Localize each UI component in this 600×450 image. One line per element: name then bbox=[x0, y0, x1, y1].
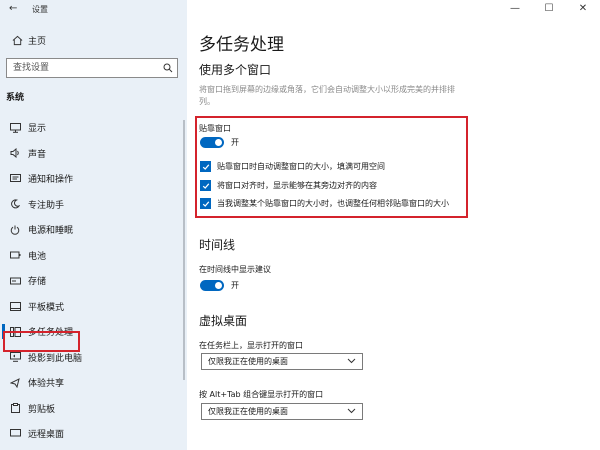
sidebar-item-home[interactable]: 主页 bbox=[0, 30, 187, 50]
nav-list: 显示 声音 通知和操作 专注助手 电源和睡眠 电池 存储 平板模式 多任务处理 … bbox=[0, 115, 187, 447]
sidebar-scrollbar[interactable] bbox=[183, 120, 185, 380]
minimize-button[interactable]: — bbox=[498, 0, 532, 16]
taskbar-windows-label: 在任务栏上，显示打开的窗口 bbox=[199, 341, 303, 350]
sidebar-item-label: 电池 bbox=[28, 251, 47, 262]
close-button[interactable]: ✕ bbox=[566, 0, 600, 16]
remote-icon bbox=[4, 428, 26, 439]
sidebar-item-battery[interactable]: 电池 bbox=[0, 243, 187, 269]
search-input[interactable] bbox=[7, 59, 159, 77]
timeline-suggestions-label: 在时间线中显示建议 bbox=[199, 265, 271, 274]
page-title: 多任务处理 bbox=[199, 35, 284, 55]
main-content: — ☐ ✕ 多任务处理 使用多个窗口 将窗口拖到屏幕的边缘或角落，它们会自动调整… bbox=[187, 0, 600, 450]
section-title-snap: 使用多个窗口 bbox=[199, 63, 272, 77]
alt-tab-label: 按 Alt+Tab 组合键显示打开的窗口 bbox=[199, 390, 324, 399]
sidebar-item-label: 体验共享 bbox=[28, 379, 65, 390]
window-controls: — ☐ ✕ bbox=[498, 0, 600, 16]
sidebar-item-label: 电源和睡眠 bbox=[28, 226, 74, 237]
sidebar-item-label: 显示 bbox=[28, 124, 47, 135]
toggle-state-label: 开 bbox=[231, 281, 239, 290]
snap-option-3: 当我调整某个贴靠窗口的大小时，也调整任何相邻贴靠窗口的大小 bbox=[200, 198, 449, 209]
timeline-toggle-row: 开 bbox=[200, 280, 239, 291]
sidebar-item-label: 通知和操作 bbox=[28, 175, 74, 186]
chevron-down-icon bbox=[347, 357, 356, 367]
snap-option-1: 贴靠窗口时自动调整窗口的大小，填满可用空间 bbox=[200, 161, 385, 172]
sidebar-item-label: 专注助手 bbox=[28, 200, 65, 211]
sidebar-item-label: 主页 bbox=[28, 36, 47, 47]
sidebar-item-notifications[interactable]: 通知和操作 bbox=[0, 166, 187, 192]
snap-toggle-row: 开 bbox=[200, 137, 239, 148]
sidebar-item-label: 投影到此电脑 bbox=[28, 353, 83, 364]
sidebar-item-label: 存储 bbox=[28, 277, 47, 288]
sidebar-item-clipboard[interactable]: 剪贴板 bbox=[0, 396, 187, 422]
chevron-down-icon bbox=[347, 407, 356, 417]
app-title: 设置 bbox=[32, 5, 48, 14]
section-label: 系统 bbox=[6, 93, 25, 103]
sidebar-item-storage[interactable]: 存储 bbox=[0, 268, 187, 294]
home-icon bbox=[6, 35, 28, 46]
speaker-icon bbox=[4, 148, 26, 159]
sidebar-item-multitasking[interactable]: 多任务处理 bbox=[0, 319, 187, 345]
share-icon bbox=[4, 377, 26, 388]
sidebar-item-label: 平板模式 bbox=[28, 302, 65, 313]
search-icon[interactable] bbox=[159, 63, 177, 73]
snap-windows-toggle[interactable] bbox=[200, 137, 224, 148]
alt-tab-select[interactable]: 仅限我正在使用的桌面 bbox=[201, 403, 363, 420]
sidebar-item-label: 声音 bbox=[28, 149, 47, 160]
sidebar-item-display[interactable]: 显示 bbox=[0, 115, 187, 141]
snap-windows-label: 贴靠窗口 bbox=[199, 124, 231, 133]
power-icon bbox=[4, 225, 26, 235]
maximize-button[interactable]: ☐ bbox=[532, 0, 566, 16]
storage-icon bbox=[4, 277, 26, 285]
battery-icon bbox=[4, 251, 26, 259]
sidebar-item-power[interactable]: 电源和睡眠 bbox=[0, 217, 187, 243]
section-description: 将窗口拖到屏幕的边缘或角落，它们会自动调整大小以形成完美的并排排列。 bbox=[199, 85, 455, 106]
sidebar-item-label: 远程桌面 bbox=[28, 430, 65, 441]
sidebar-item-label: 多任务处理 bbox=[28, 328, 74, 339]
select-value: 仅限我正在使用的桌面 bbox=[208, 407, 288, 416]
checkbox-label: 将窗口对齐时，显示能够在其旁边对齐的内容 bbox=[217, 181, 377, 190]
sidebar-item-project[interactable]: 投影到此电脑 bbox=[0, 345, 187, 371]
tablet-icon bbox=[4, 301, 26, 311]
sidebar: ← 设置 主页 系统 显示 声音 通知和操作 专注助手 bbox=[0, 0, 187, 450]
sidebar-item-label: 剪贴板 bbox=[28, 404, 56, 415]
sidebar-item-remote-desktop[interactable]: 远程桌面 bbox=[0, 421, 187, 447]
section-title-timeline: 时间线 bbox=[199, 238, 236, 252]
sidebar-item-tablet-mode[interactable]: 平板模式 bbox=[0, 294, 187, 320]
sidebar-item-sound[interactable]: 声音 bbox=[0, 141, 187, 167]
section-title-virtual-desktops: 虚拟桌面 bbox=[199, 314, 248, 328]
multitask-icon bbox=[4, 326, 26, 337]
sidebar-item-focus-assist[interactable]: 专注助手 bbox=[0, 192, 187, 218]
checkbox-checked[interactable] bbox=[200, 161, 211, 172]
snap-option-2: 将窗口对齐时，显示能够在其旁边对齐的内容 bbox=[200, 180, 377, 191]
timeline-suggestions-toggle[interactable] bbox=[200, 280, 224, 291]
checkbox-checked[interactable] bbox=[200, 180, 211, 191]
project-icon bbox=[4, 352, 26, 363]
search-box[interactable] bbox=[6, 58, 178, 78]
toggle-state-label: 开 bbox=[231, 138, 239, 147]
sidebar-item-shared-experiences[interactable]: 体验共享 bbox=[0, 370, 187, 396]
notification-icon bbox=[4, 173, 26, 184]
clipboard-icon bbox=[4, 403, 26, 414]
moon-icon bbox=[4, 199, 26, 209]
checkbox-label: 贴靠窗口时自动调整窗口的大小，填满可用空间 bbox=[217, 162, 385, 171]
monitor-icon bbox=[4, 122, 26, 133]
taskbar-windows-select[interactable]: 仅限我正在使用的桌面 bbox=[201, 353, 363, 370]
back-arrow-icon[interactable]: ← bbox=[9, 3, 17, 14]
checkbox-label: 当我调整某个贴靠窗口的大小时，也调整任何相邻贴靠窗口的大小 bbox=[217, 199, 449, 208]
checkbox-checked[interactable] bbox=[200, 198, 211, 209]
select-value: 仅限我正在使用的桌面 bbox=[208, 357, 288, 366]
